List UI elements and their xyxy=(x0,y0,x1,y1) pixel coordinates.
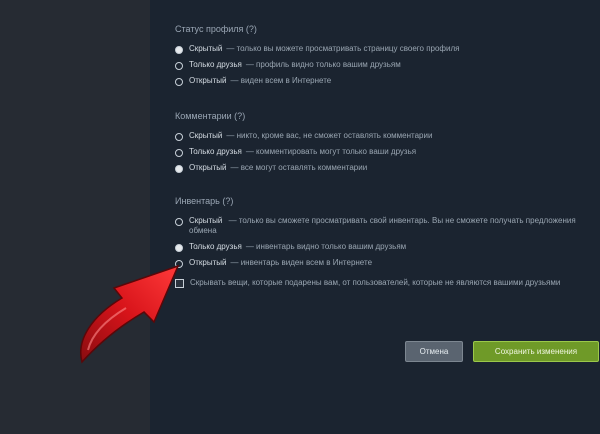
option-label: Только друзья xyxy=(189,60,242,69)
radio-option-friends[interactable]: Только друзья — комментировать могут тол… xyxy=(175,147,585,157)
red-arrow-icon xyxy=(80,264,180,364)
radio-option-friends[interactable]: Только друзья — профиль видно только ваш… xyxy=(175,60,585,70)
section-title: Комментарии (?) xyxy=(175,111,246,121)
radio-option-public[interactable]: Открытый — все могут оставлять комментар… xyxy=(175,163,585,173)
save-changes-button[interactable]: Сохранить изменения xyxy=(473,341,599,362)
section-profile-status: Статус профиля (?) Скрытый — только вы м… xyxy=(175,24,585,92)
option-description: — комментировать могут только ваши друзь… xyxy=(245,147,417,156)
radio-button[interactable] xyxy=(175,133,183,141)
section-comments: Комментарии (?) Скрытый — никто, кроме в… xyxy=(175,111,585,179)
option-label: Только друзья xyxy=(189,242,242,251)
radio-button[interactable] xyxy=(175,78,183,86)
radio-button[interactable] xyxy=(175,165,183,173)
radio-button[interactable] xyxy=(175,62,183,70)
radio-button[interactable] xyxy=(175,46,183,54)
hide-gifts-checkbox-row[interactable]: Скрывать вещи, которые подарены вам, от … xyxy=(175,278,585,288)
option-description: — только вы можете просматривать страниц… xyxy=(226,44,460,53)
section-title: Инвентарь (?) xyxy=(175,196,234,206)
option-label: Скрытый xyxy=(189,216,223,225)
option-label: Открытый xyxy=(189,163,227,172)
option-label: Открытый xyxy=(189,258,227,267)
radio-option-private[interactable]: Скрытый — никто, кроме вас, не сможет ос… xyxy=(175,131,585,141)
cancel-button[interactable]: Отмена xyxy=(405,341,463,362)
option-text: Скрытый — только вы сможете просматриват… xyxy=(189,216,585,236)
radio-option-friends[interactable]: Только друзья — инвентарь видно только в… xyxy=(175,242,585,252)
option-description: — виден всем в Интернете xyxy=(230,76,332,85)
radio-option-public[interactable]: Открытый — виден всем в Интернете xyxy=(175,76,585,86)
checkbox-label: Скрывать вещи, которые подарены вам, от … xyxy=(190,278,561,287)
radio-button[interactable] xyxy=(175,149,183,157)
radio-option-public[interactable]: Открытый — инвентарь виден всем в Интерн… xyxy=(175,258,585,268)
option-label: Скрытый xyxy=(189,131,223,140)
option-description: — только вы сможете просматривать свой и… xyxy=(189,216,576,235)
radio-option-private[interactable]: Скрытый — только вы сможете просматриват… xyxy=(175,216,585,236)
option-description: — профиль видно только вашим друзьям xyxy=(245,60,401,69)
option-label: Открытый xyxy=(189,76,227,85)
option-description: — инвентарь виден всем в Интернете xyxy=(230,258,373,267)
option-description: — все могут оставлять комментарии xyxy=(230,163,368,172)
option-label: Скрытый xyxy=(189,44,223,53)
option-description: — никто, кроме вас, не сможет оставлять … xyxy=(226,131,433,140)
radio-button[interactable] xyxy=(175,218,183,226)
option-description: — инвентарь видно только вашим друзьям xyxy=(245,242,407,251)
section-inventory: Инвентарь (?) Скрытый — только вы сможет… xyxy=(175,196,585,294)
option-label: Только друзья xyxy=(189,147,242,156)
radio-option-private[interactable]: Скрытый — только вы можете просматривать… xyxy=(175,44,585,54)
section-title: Статус профиля (?) xyxy=(175,24,257,34)
